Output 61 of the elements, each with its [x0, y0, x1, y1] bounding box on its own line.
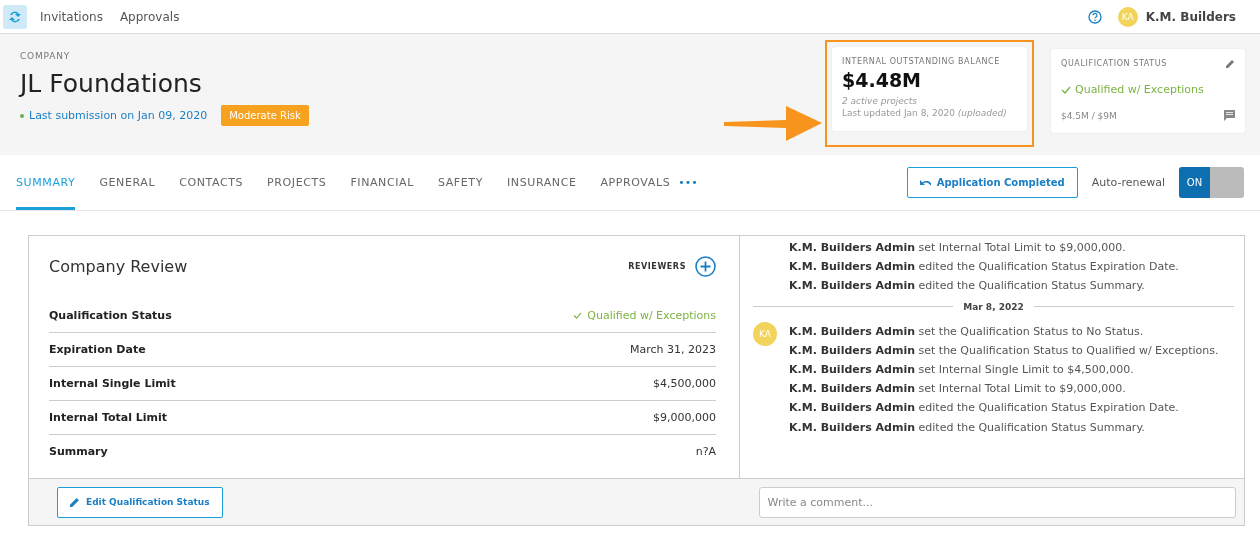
- company-label: COMPANY: [20, 51, 71, 61]
- last-submission-link[interactable]: Last submission on Jan 09, 2020: [20, 109, 208, 122]
- activity-entry: K.M. Builders Admin set Internal Total Limit to $9,000,000.: [789, 381, 1127, 398]
- comment-icon[interactable]: [1224, 110, 1235, 121]
- tab[interactable]: GENERAL: [99, 155, 156, 210]
- field-label: Internal Total Limit: [49, 411, 168, 424]
- active-projects-text: 2 active projects: [842, 96, 918, 106]
- reviewers-label: REVIEWERS: [628, 262, 686, 271]
- pencil-icon[interactable]: [1226, 59, 1235, 68]
- field-label: Internal Single Limit: [49, 377, 176, 390]
- auto-renewal-toggle[interactable]: ON: [1179, 167, 1244, 198]
- auto-renewal-label: Auto-renewal: [1091, 176, 1165, 189]
- risk-badge: Moderate Risk: [221, 105, 309, 126]
- field-value: $9,000,000: [653, 411, 716, 424]
- qualification-status: Qualified w/ Exceptions: [1075, 83, 1204, 96]
- tab[interactable]: INSURANCE: [506, 155, 577, 210]
- tab[interactable]: SUMMARY: [16, 155, 76, 210]
- field-label: Expiration Date: [49, 343, 146, 356]
- field-label: Summary: [49, 445, 108, 458]
- help-icon[interactable]: [1087, 9, 1102, 24]
- check-icon: [573, 312, 583, 319]
- edit-qualification-button[interactable]: Edit Qualification Status: [57, 486, 223, 518]
- activity-entry: K.M. Builders Admin edited the Qualification Status Expiration Date.: [789, 259, 1180, 276]
- field-label: Qualification Status: [49, 309, 172, 322]
- tab[interactable]: PROJECTS: [267, 155, 327, 210]
- nav-link[interactable]: Approvals: [119, 9, 180, 24]
- nav-link[interactable]: Invitations: [40, 9, 103, 24]
- user-avatar: KA: [753, 321, 777, 346]
- more-tabs-button[interactable]: •••: [678, 155, 698, 210]
- field-value: n?A: [695, 445, 716, 458]
- tab[interactable]: APPROVALS: [600, 155, 671, 210]
- activity-entry: K.M. Builders Admin edited the Qualification Status Summary.: [789, 419, 1146, 436]
- card-title: INTERNAL OUTSTANDING BALANCE: [842, 57, 1001, 66]
- date-separator: Mar 8, 2022: [753, 301, 1234, 312]
- tab[interactable]: SAFETY: [437, 155, 483, 210]
- activity-entry: K.M. Builders Admin set the Qualification Status to No Status.: [789, 323, 1145, 340]
- add-icon[interactable]: [695, 256, 716, 277]
- application-completed-button[interactable]: Application Completed: [906, 167, 1078, 198]
- card-title: Company Review: [49, 257, 188, 276]
- comment-field[interactable]: Write a comment...: [758, 486, 1236, 518]
- field-value: March 31, 2023: [630, 343, 716, 356]
- tab[interactable]: CONTACTS: [179, 155, 244, 210]
- last-updated-text: Last updated Jan 8, 2020 (uploaded): [842, 108, 1008, 118]
- field-value: $4,500,000: [653, 377, 716, 390]
- pencil-icon: [70, 497, 80, 507]
- company-name: JL Foundations: [20, 69, 203, 98]
- activity-entry: K.M. Builders Admin set Internal Total Limit to $9,000,000.: [789, 240, 1127, 256]
- status-dot-icon: [20, 113, 24, 118]
- app-logo-icon[interactable]: [3, 4, 27, 29]
- tab[interactable]: FINANCIAL: [350, 155, 414, 210]
- card-title: QUALIFICATION STATUS: [1061, 59, 1167, 68]
- undo-arrow-icon: [919, 178, 931, 187]
- user-name[interactable]: K.M. Builders: [1145, 9, 1236, 24]
- balance-value: $4.48M: [842, 69, 922, 91]
- limits-text: $4.5M / $9M: [1061, 110, 1117, 121]
- status-value: Qualified w/ Exceptions: [587, 309, 716, 322]
- activity-entry: K.M. Builders Admin set the Qualification Status to Qualified w/ Exceptions.: [789, 342, 1220, 359]
- check-icon: [1061, 85, 1071, 94]
- activity-entry: K.M. Builders Admin set Internal Single Limit to $4,500,000.: [789, 362, 1135, 378]
- activity-entry: K.M. Builders Admin edited the Qualification Status Expiration Date.: [789, 400, 1180, 417]
- activity-entry: K.M. Builders Admin edited the Qualification Status Summary.: [789, 278, 1146, 295]
